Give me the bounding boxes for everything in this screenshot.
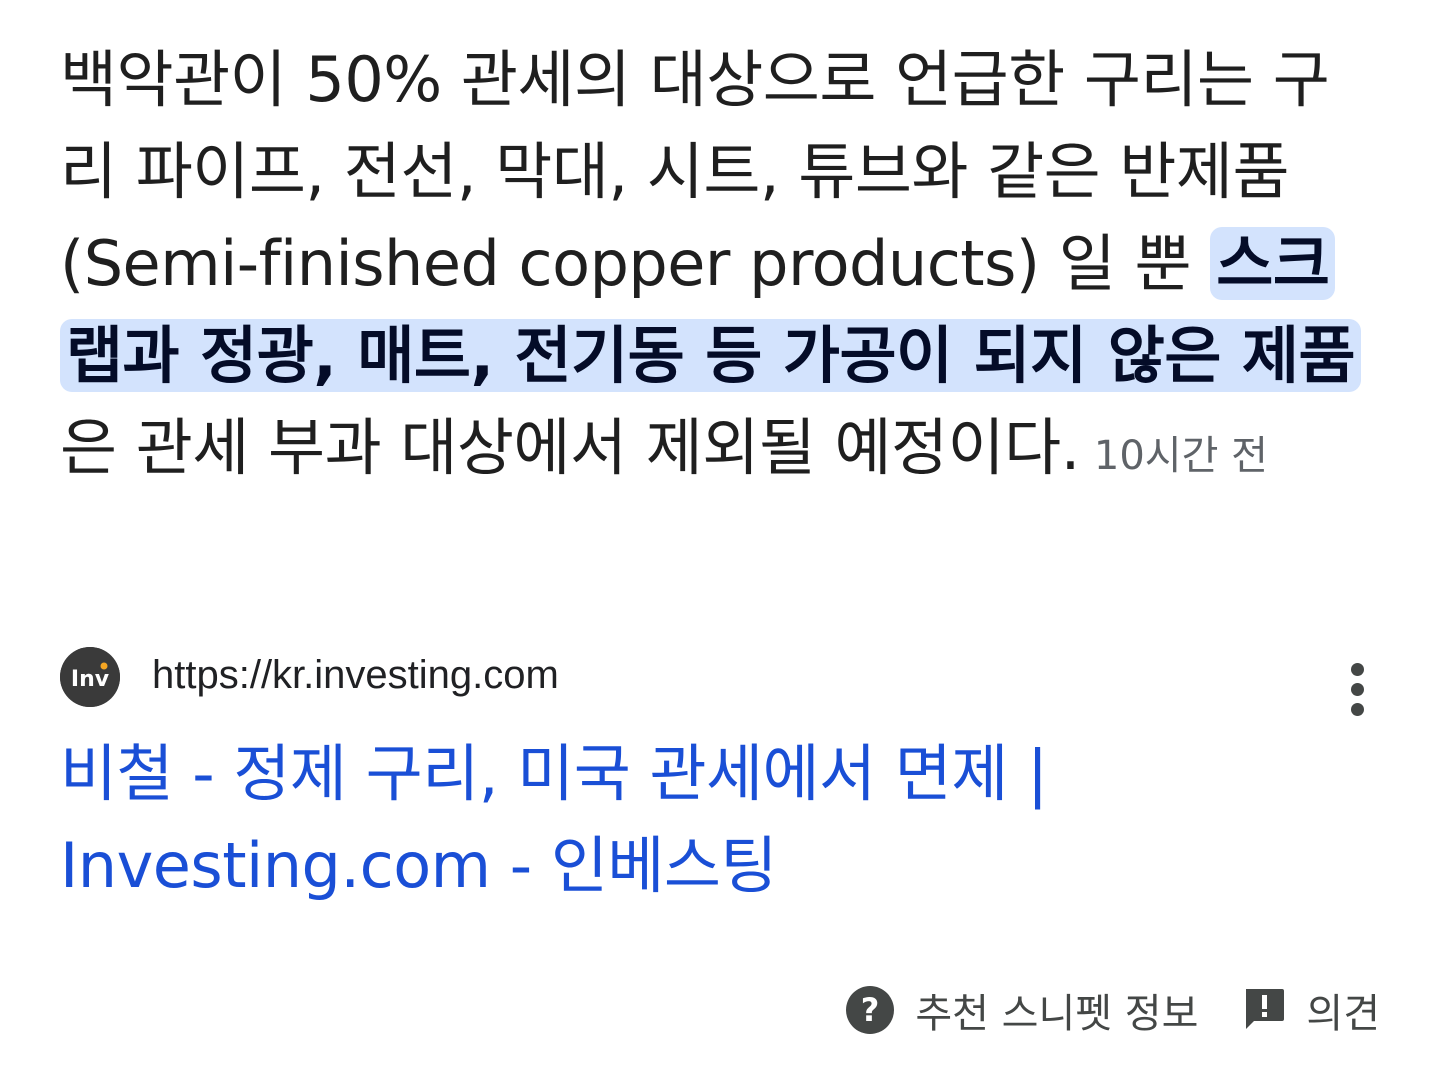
more-vert-icon-dot-2 <box>1351 683 1364 696</box>
snippet-text-after: 은 관세 부과 대상에서 제외될 예정이다. <box>60 411 1080 484</box>
snippet-age: 10시간 전 <box>1093 433 1268 479</box>
investing-logo-icon: Inv <box>60 647 120 707</box>
feedback-label: 의견 <box>1306 991 1380 1037</box>
source-row[interactable]: Inv https://kr.investing.com <box>60 645 1380 716</box>
feedback-button[interactable]: 의견 <box>1242 981 1380 1039</box>
more-vert-icon-dot-1 <box>1351 663 1364 676</box>
source-url[interactable]: https://kr.investing.com <box>152 651 559 699</box>
favicon-text: Inv <box>71 667 110 692</box>
snippet-footer: ? 추천 스니펫 정보 의견 <box>845 980 1380 1040</box>
result-title-link[interactable]: 비철 - 정제 구리, 미국 관세에서 면제 | Investing.com -… <box>60 728 1360 912</box>
more-options-button[interactable] <box>1340 655 1380 716</box>
more-vert-icon-dot-3 <box>1351 703 1364 716</box>
feedback-icon <box>1246 989 1285 1029</box>
featured-snippet-text: 백악관이 50% 관세의 대상으로 언급한 구리는 구리 파이프, 전선, 막대… <box>60 34 1380 502</box>
svg-text:?: ? <box>861 991 880 1029</box>
about-label: 추천 스니펫 정보 <box>915 991 1199 1037</box>
help-circle-icon: ? <box>846 986 895 1034</box>
snippet-text-before: 백악관이 50% 관세의 대상으로 언급한 구리는 구리 파이프, 전선, 막대… <box>60 43 1330 300</box>
about-featured-snippets-button[interactable]: ? 추천 스니펫 정보 <box>845 981 1198 1039</box>
